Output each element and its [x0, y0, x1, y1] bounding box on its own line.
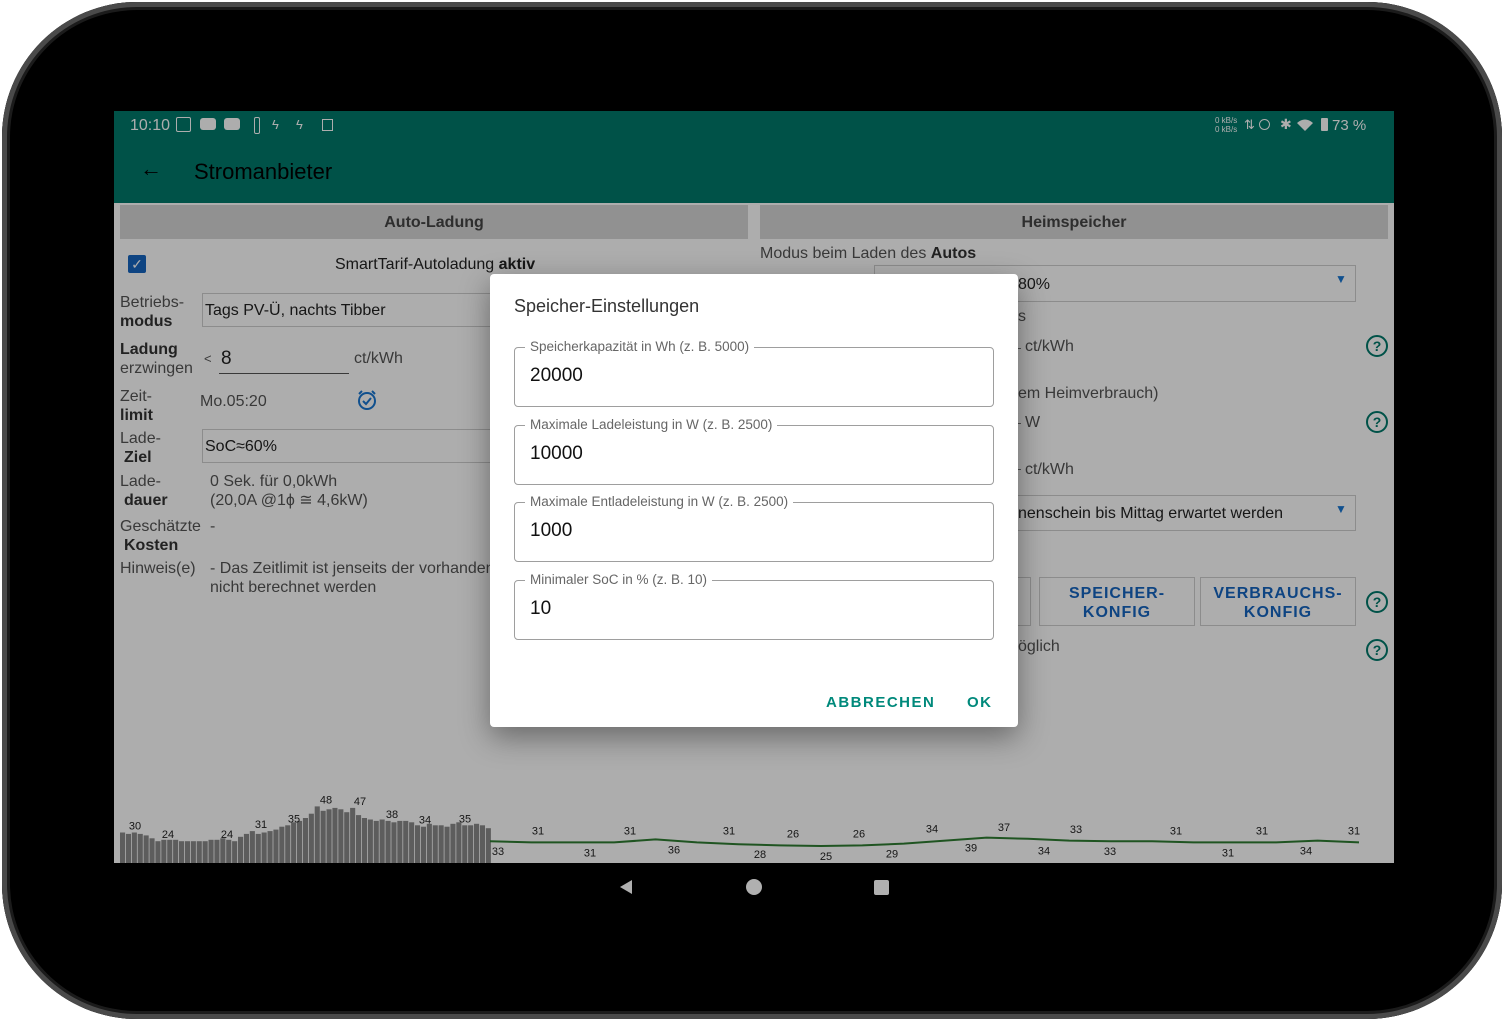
max-ladeleistung-label: Maximale Ladeleistung in W (z. B. 2500): [525, 417, 778, 432]
min-soc-label: Minimaler SoC in % (z. B. 10): [525, 572, 713, 587]
min-soc-field[interactable]: Minimaler SoC in % (z. B. 10): [514, 572, 994, 640]
cancel-button[interactable]: ABBRECHEN: [826, 694, 935, 711]
speicher-einstellungen-dialog: Speicher-Einstellungen Speicherkapazität…: [490, 274, 1018, 727]
dialog-title: Speicher-Einstellungen: [514, 296, 700, 316]
nav-back-icon[interactable]: [618, 879, 634, 895]
speicherkapazitaet-label: Speicherkapazität in Wh (z. B. 5000): [525, 339, 755, 354]
screen: 10:10 ϟ ϟ 0 kB/s 0 kB/s ⇅ ✱ 73 % ← Strom…: [114, 111, 1394, 863]
max-ladeleistung-field[interactable]: Maximale Ladeleistung in W (z. B. 2500): [514, 417, 994, 485]
nav-home-icon[interactable]: [745, 878, 763, 896]
speicherkapazitaet-field[interactable]: Speicherkapazität in Wh (z. B. 5000): [514, 339, 994, 407]
navigation-bar: [114, 863, 1394, 911]
nav-recents-icon[interactable]: [874, 880, 889, 895]
min-soc-input[interactable]: [530, 598, 970, 620]
max-entladeleistung-label: Maximale Entladeleistung in W (z. B. 250…: [525, 494, 794, 509]
max-entladeleistung-field[interactable]: Maximale Entladeleistung in W (z. B. 250…: [514, 494, 994, 562]
max-entladeleistung-input[interactable]: [530, 520, 970, 542]
speicherkapazitaet-input[interactable]: [530, 365, 970, 387]
max-ladeleistung-input[interactable]: [530, 443, 970, 465]
ok-button[interactable]: OK: [967, 694, 993, 711]
